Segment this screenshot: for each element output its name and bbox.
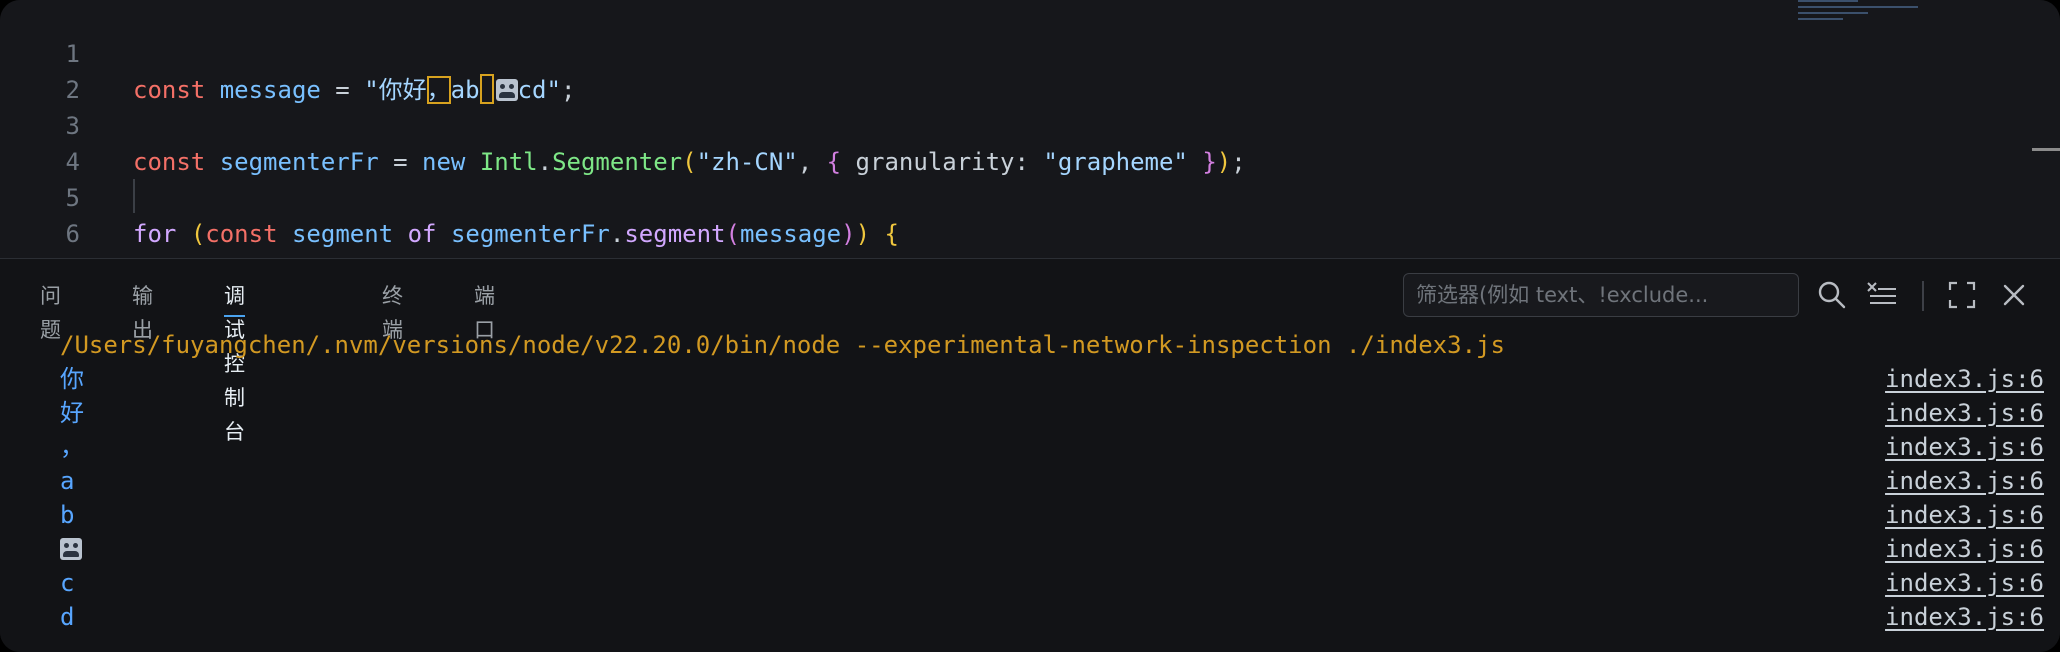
console-output-value: d [60, 603, 75, 631]
code-line-7[interactable]: 7 } [0, 216, 148, 320]
code-line-5[interactable]: 5 for (const segment of segmenterFr.segm… [0, 144, 899, 248]
code-line-1[interactable]: 1 const message = "你好，ab cd"; [0, 0, 575, 104]
minimap[interactable] [1798, 0, 1928, 30]
keyword-const: const [133, 76, 206, 104]
maximize-icon[interactable] [1942, 275, 1982, 315]
console-output-value: ， [60, 433, 84, 461]
clear-filter-icon[interactable] [1862, 275, 1902, 315]
console-source-link[interactable]: index3.js:6 [1885, 498, 2044, 532]
string-literal: "你好 [364, 76, 427, 104]
close-icon[interactable] [1994, 275, 2034, 315]
family-emoji-icon [60, 538, 82, 560]
console-source-link[interactable]: index3.js:6 [1885, 362, 2044, 396]
indent-guide [133, 179, 135, 213]
console-source-link[interactable]: index3.js:6 [1885, 464, 2044, 498]
tab-ports[interactable]: 端口 [474, 279, 495, 342]
family-emoji-icon [495, 79, 518, 101]
console-source-link[interactable]: index3.js:6 [1885, 532, 2044, 566]
code-line-3[interactable]: 3 const segmenterFr = new Intl.Segmenter… [0, 72, 1246, 176]
unicode-highlight[interactable]: ， [426, 76, 451, 104]
console-output-value: b [60, 501, 75, 529]
filter-input[interactable]: 筛选器(例如 text、!exclude... [1403, 273, 1799, 317]
console-command: /Users/fuyangchen/.nvm/versions/node/v22… [60, 331, 1505, 359]
console-output-value: c [60, 569, 75, 597]
invisible-char-highlight[interactable] [479, 74, 494, 104]
tab-debug-console[interactable]: 调试控制台 [224, 279, 245, 444]
code-line-2[interactable]: 2 [0, 36, 87, 104]
code-line-4[interactable]: 4 [0, 108, 87, 176]
console-output-value: 好 [60, 399, 84, 427]
bottom-panel: 问题 输出 调试控制台 终端 端口 筛选器(例如 text、!exclude..… [0, 258, 2060, 652]
vscode-window: 1 const message = "你好，ab cd"; 2 3 const s… [0, 0, 2060, 652]
code-editor[interactable]: 1 const message = "你好，ab cd"; 2 3 const s… [0, 0, 2060, 320]
var-message: message [219, 76, 321, 104]
console-source-link[interactable]: index3.js:6 [1885, 430, 2044, 464]
console-source-link[interactable]: index3.js:6 [1885, 396, 2044, 430]
console-output-value [60, 532, 82, 566]
search-icon[interactable] [1812, 275, 1852, 315]
tab-output[interactable]: 输出 [132, 279, 153, 342]
toolbar-separator [1922, 281, 1924, 311]
scrollbar-thumb[interactable] [2032, 148, 2060, 151]
console-source-link[interactable]: index3.js:6 [1885, 600, 2044, 634]
tab-problems[interactable]: 问题 [40, 279, 61, 342]
console-output-value: 你 [60, 365, 84, 393]
console-output-value: a [60, 467, 75, 495]
tab-terminal[interactable]: 终端 [382, 279, 403, 342]
console-source-link[interactable]: index3.js:6 [1885, 566, 2044, 600]
code-line-6[interactable]: 6 console.log(segment.segment); [0, 180, 581, 284]
